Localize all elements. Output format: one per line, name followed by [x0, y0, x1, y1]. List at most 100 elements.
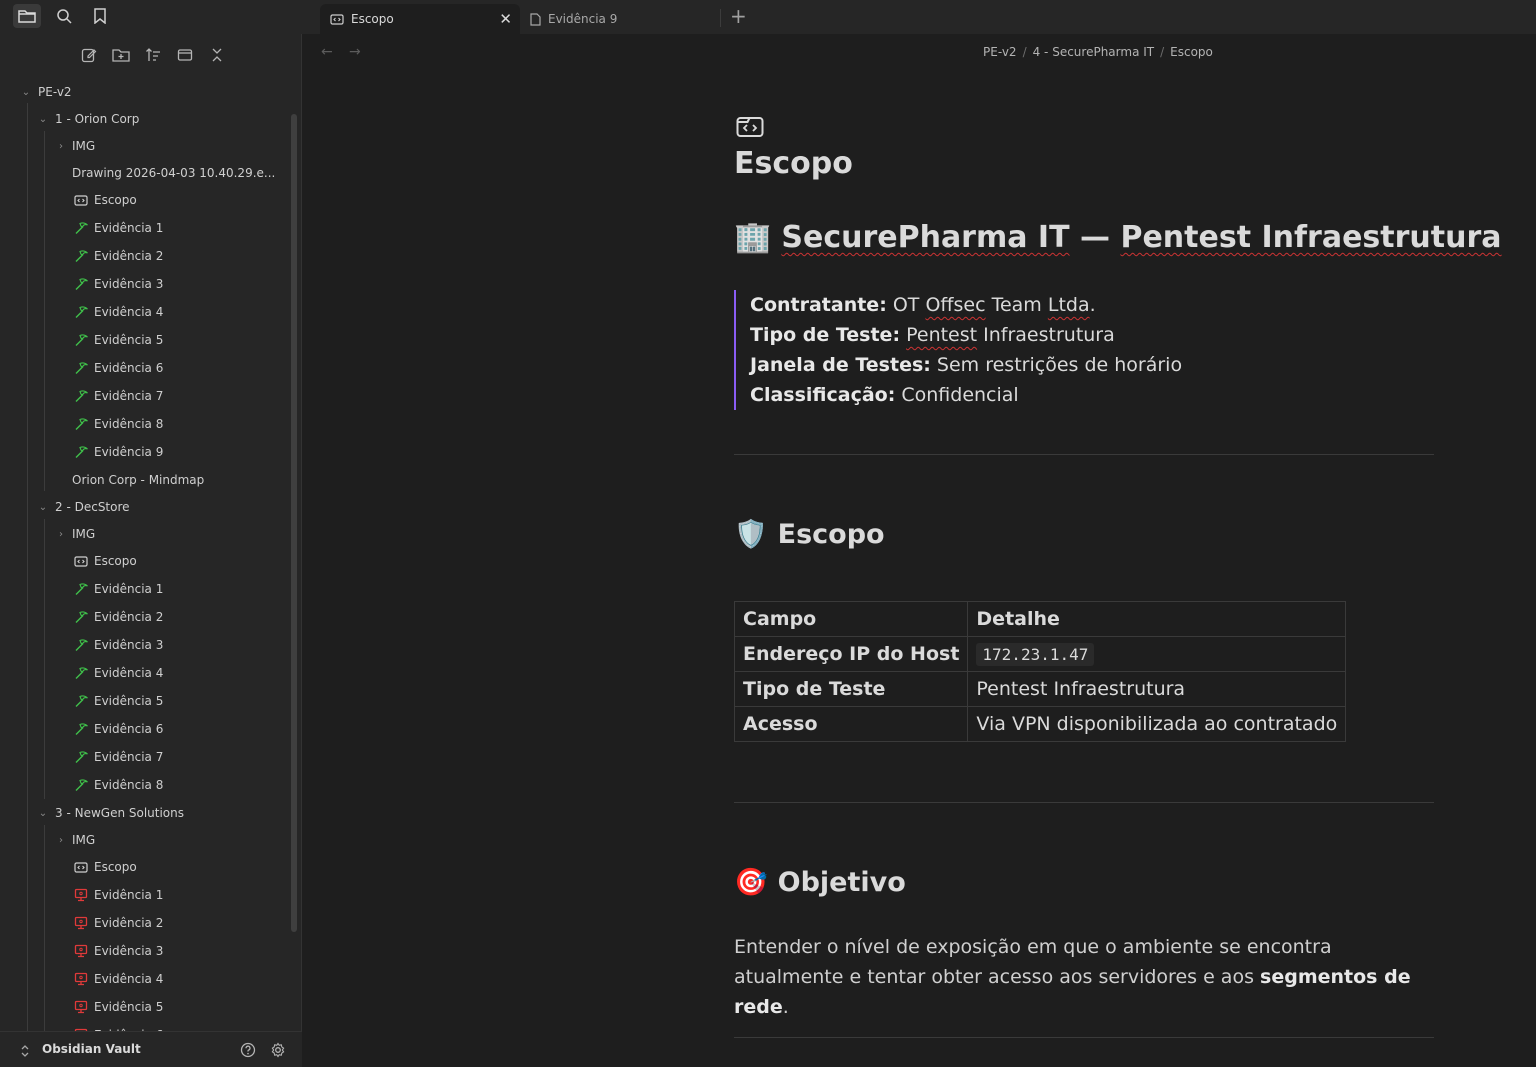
forward-arrow-icon[interactable]: → — [349, 44, 361, 60]
tab-label: Evidência 9 — [548, 12, 618, 26]
folder-orion-corp[interactable]: ⌄ 1 - Orion Corp — [0, 107, 290, 131]
file-evidencia[interactable]: Evidência 4 — [0, 967, 290, 991]
breadcrumb-separator: / — [1160, 45, 1165, 59]
file-evidencia[interactable]: Evidência 4 — [0, 300, 290, 324]
table-cell: Endereço IP do Host — [733, 636, 969, 672]
explorer-toolbar — [78, 44, 228, 66]
back-arrow-icon[interactable]: ← — [321, 44, 333, 60]
folder-pe-v2[interactable]: ⌄ PE-v2 — [0, 80, 290, 104]
heading-objetivo[interactable]: 🎯 Objetivo — [734, 866, 906, 899]
table-cell: Via VPN disponibilizada ao contratado — [967, 706, 1347, 742]
chevron-right-icon: › — [59, 140, 63, 152]
file-label: Evidência 6 — [94, 361, 164, 375]
objective-paragraph[interactable]: Entender o nível de exposição em que o a… — [734, 932, 1434, 1022]
breadcrumb-item[interactable]: PE-v2 — [983, 45, 1017, 59]
file-evidencia[interactable]: Evidência 1 — [0, 883, 290, 907]
file-label: Evidência 5 — [94, 1000, 164, 1014]
new-tab-icon[interactable]: + — [730, 5, 747, 27]
file-evidencia[interactable]: Evidência 2 — [0, 605, 290, 629]
folder-img[interactable]: › IMG — [0, 828, 290, 852]
table-row: Tipo de Teste Pentest Infraestrutura — [733, 671, 1347, 707]
file-evidencia[interactable]: Evidência 3 — [0, 939, 290, 963]
folder-decstore[interactable]: ⌄ 2 - DecStore — [0, 495, 290, 519]
file-evidencia[interactable]: Evidência 7 — [0, 384, 290, 408]
sidebar-scrollbar[interactable] — [291, 114, 297, 932]
tab-escopo[interactable]: Escopo ✕ — [320, 4, 520, 34]
collapse-all-icon[interactable] — [206, 44, 228, 66]
folder-code-icon — [74, 861, 88, 873]
folder-label: 3 - NewGen Solutions — [55, 806, 185, 820]
table-row: Acesso Via VPN disponibilizada ao contra… — [733, 706, 1347, 742]
file-label: Evidência 1 — [94, 221, 164, 235]
inline-code: 172.23.1.47 — [976, 643, 1095, 666]
file-evidencia[interactable]: Evidência 1 — [0, 216, 290, 240]
file-evidencia[interactable]: Evidência 7 — [0, 745, 290, 769]
sort-icon[interactable] — [142, 44, 164, 66]
file-evidencia[interactable]: Evidência 3 — [0, 272, 290, 296]
building-icon: 🏢 — [734, 220, 772, 255]
heading-main[interactable]: 🏢 SecurePharma IT — Pentest Infraestrutu… — [734, 220, 1502, 255]
file-evidencia[interactable]: Evidência 4 — [0, 661, 290, 685]
chevron-down-icon: ⌄ — [38, 501, 48, 513]
file-evidencia[interactable]: Evidência 6 — [0, 1023, 290, 1031]
file-evidencia[interactable]: Evidência 1 — [0, 577, 290, 601]
file-evidencia[interactable]: Evidência 8 — [0, 773, 290, 797]
close-icon[interactable]: ✕ — [499, 10, 512, 28]
file-evidencia[interactable]: Evidência 3 — [0, 633, 290, 657]
file-label: Orion Corp - Mindmap — [72, 473, 205, 487]
file-evidencia[interactable]: Evidência 5 — [0, 995, 290, 1019]
pickaxe-icon — [74, 610, 89, 624]
file-escopo[interactable]: Escopo — [0, 549, 290, 573]
file-evidencia[interactable]: Evidência 6 — [0, 717, 290, 741]
folder-newgen-solutions[interactable]: ⌄ 3 - NewGen Solutions — [0, 801, 290, 825]
file-escopo[interactable]: Escopo — [0, 188, 290, 212]
gear-icon[interactable] — [270, 1042, 286, 1062]
file-evidencia[interactable]: Evidência 2 — [0, 911, 290, 935]
heading-text: Objetivo — [777, 866, 906, 898]
new-folder-icon[interactable] — [110, 44, 132, 66]
scope-table[interactable]: Campo Detalhe Endereço IP do Host 172.23… — [733, 601, 1347, 742]
breadcrumb-item[interactable]: Escopo — [1170, 45, 1213, 59]
chevron-updown-icon[interactable] — [20, 1043, 30, 1062]
auto-reveal-icon[interactable] — [174, 44, 196, 66]
shield-icon: 🛡️ — [734, 519, 768, 550]
heading-escopo[interactable]: 🛡️ Escopo — [734, 518, 885, 551]
new-note-icon[interactable] — [78, 44, 100, 66]
file-evidencia[interactable]: Evidência 9 — [0, 440, 290, 464]
info-callout[interactable]: Contratante: OT Offsec Team Ltda. Tipo d… — [734, 290, 1182, 410]
table-cell: 172.23.1.47 — [967, 636, 1347, 672]
vault-switcher: Obsidian Vault — [0, 1031, 302, 1067]
file-evidencia[interactable]: Evidência 8 — [0, 412, 290, 436]
monitor-icon — [74, 888, 88, 902]
search-icon[interactable] — [50, 4, 78, 28]
file-evidencia[interactable]: Evidência 5 — [0, 689, 290, 713]
bookmark-icon[interactable] — [86, 4, 114, 28]
pickaxe-icon — [74, 333, 89, 347]
file-evidencia[interactable]: Evidência 5 — [0, 328, 290, 352]
folder-img[interactable]: › IMG — [0, 134, 290, 158]
vault-name[interactable]: Obsidian Vault — [42, 1042, 141, 1056]
breadcrumb-item[interactable]: 4 - SecurePharma IT — [1033, 45, 1155, 59]
pickaxe-icon — [74, 221, 89, 235]
chevron-down-icon: ⌄ — [38, 113, 48, 125]
file-label: Evidência 8 — [94, 778, 164, 792]
folder-code-icon — [74, 194, 88, 206]
tab-evidencia-9[interactable]: Evidência 9 — [520, 4, 720, 34]
help-icon[interactable] — [240, 1042, 256, 1062]
folder-code-icon — [74, 555, 88, 567]
file-evidencia[interactable]: Evidência 2 — [0, 244, 290, 268]
folder-label: IMG — [72, 833, 96, 847]
file-explorer: ⌄ PE-v2 ⌄ 1 - Orion Corp › IMG Drawing 2… — [0, 34, 302, 1067]
folder-label: IMG — [72, 527, 96, 541]
chevron-down-icon: ⌄ — [38, 807, 48, 819]
page-title[interactable]: Escopo — [734, 146, 853, 181]
file-mindmap[interactable]: Orion Corp - Mindmap — [0, 468, 290, 492]
folder-img[interactable]: › IMG — [0, 522, 290, 546]
file-label: Escopo — [94, 193, 137, 207]
file-drawing[interactable]: Drawing 2026-04-03 10.40.29.e... — [0, 161, 290, 185]
file-escopo[interactable]: Escopo — [0, 855, 290, 879]
heading-text: Escopo — [777, 518, 885, 550]
file-label: Evidência 4 — [94, 972, 164, 986]
files-icon[interactable] — [13, 4, 41, 28]
file-evidencia[interactable]: Evidência 6 — [0, 356, 290, 380]
